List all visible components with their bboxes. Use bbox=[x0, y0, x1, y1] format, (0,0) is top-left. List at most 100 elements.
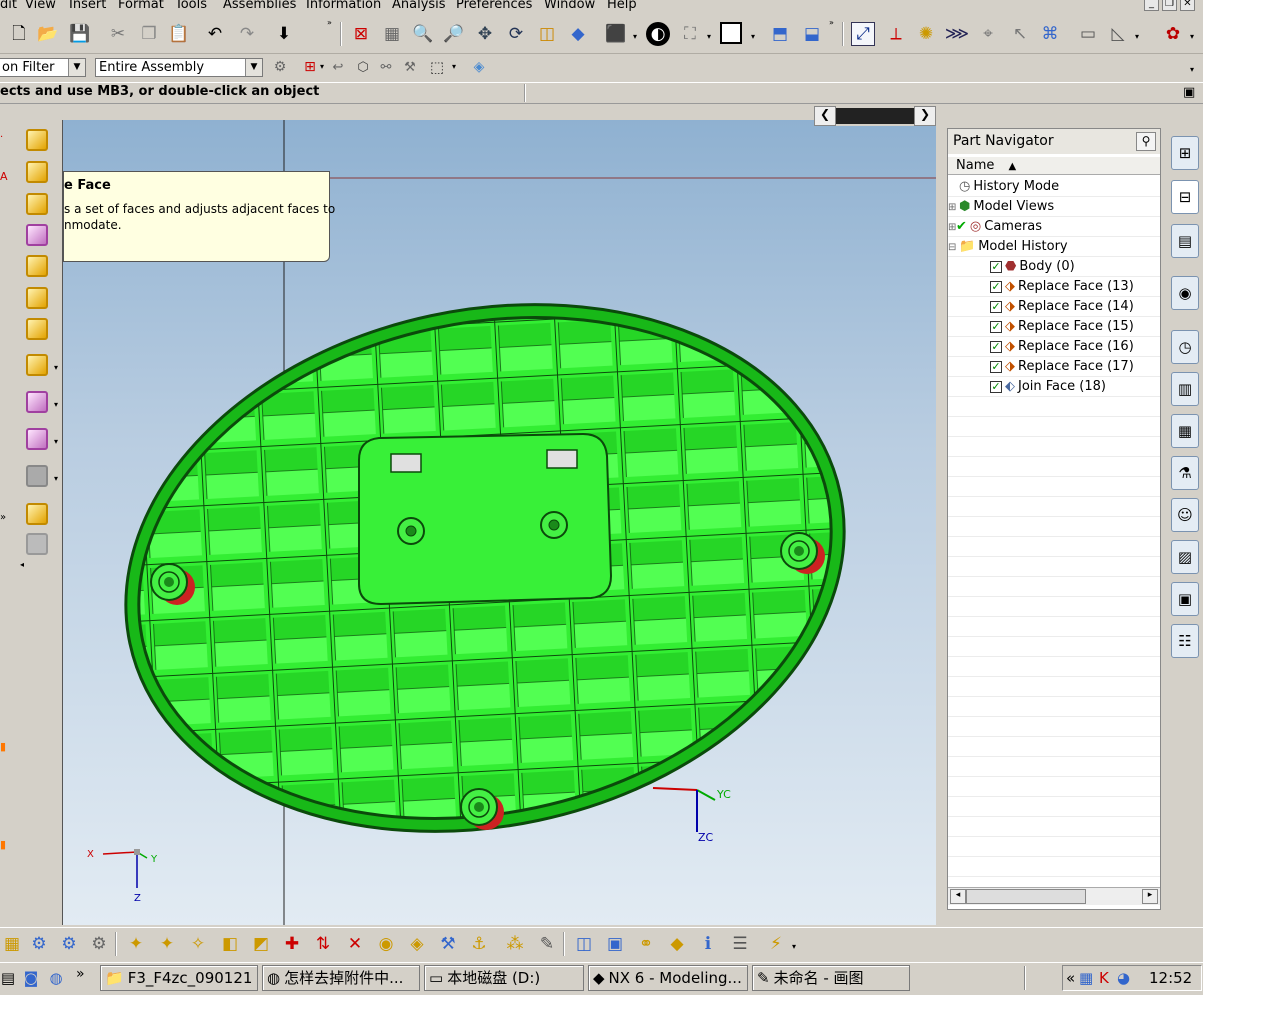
pin-icon[interactable]: ⚲ bbox=[1136, 132, 1156, 151]
revolve-icon[interactable]: ◩ bbox=[249, 932, 273, 956]
info-icon[interactable]: ℹ bbox=[696, 932, 720, 956]
dropdown-arrow-icon[interactable]: ▾ bbox=[320, 62, 324, 71]
status-expand-icon[interactable]: ▣ bbox=[1183, 85, 1195, 100]
dropdown-arrow-icon[interactable]: ▾ bbox=[54, 400, 58, 409]
replace-face-icon[interactable] bbox=[22, 221, 52, 249]
background-color-icon[interactable] bbox=[720, 22, 742, 44]
move-face-icon[interactable] bbox=[22, 126, 52, 154]
mirror-icon[interactable]: ⇅ bbox=[311, 932, 335, 956]
visibility-checkbox[interactable]: ✓ bbox=[990, 380, 1002, 393]
shaded-icon[interactable]: ◐ bbox=[646, 22, 670, 46]
cylinder-face-icon[interactable] bbox=[22, 284, 52, 312]
assembly-navigator-icon[interactable]: ⊞ bbox=[1171, 136, 1199, 170]
navigator-node[interactable]: ✓ ⬣ Body (0) bbox=[948, 257, 1160, 277]
view-cube-icon[interactable]: ⬛ bbox=[604, 22, 628, 46]
visibility-checkbox[interactable]: ✓ bbox=[990, 320, 1002, 333]
cut-icon[interactable]: ✂ bbox=[106, 22, 130, 46]
feature-icon[interactable]: ◫ bbox=[572, 932, 596, 956]
save-icon[interactable]: 💾 bbox=[68, 22, 92, 46]
menu-help[interactable]: Help bbox=[607, 0, 637, 12]
zoom-icon[interactable]: 🔍 bbox=[411, 22, 435, 46]
shell-icon[interactable] bbox=[22, 462, 52, 490]
pull-face-icon[interactable] bbox=[22, 158, 52, 186]
restore-button[interactable]: ❐ bbox=[1162, 0, 1177, 11]
pointer-icon[interactable]: ↖ bbox=[1008, 22, 1032, 46]
quick-launch-overflow-icon[interactable]: » bbox=[76, 966, 85, 982]
section-view-icon[interactable]: ⬒ bbox=[768, 22, 792, 46]
dropdown-arrow-icon[interactable]: ▾ bbox=[54, 363, 58, 372]
constrain-face-icon[interactable] bbox=[22, 425, 52, 453]
pan-icon[interactable]: ✥ bbox=[473, 22, 497, 46]
datum-point-icon[interactable]: ✧ bbox=[186, 932, 210, 956]
visibility-checkbox[interactable]: ✔ bbox=[956, 219, 967, 234]
visibility-checkbox[interactable]: ✓ bbox=[990, 340, 1002, 353]
edit-icon[interactable]: ✎ bbox=[535, 932, 559, 956]
drafting-template-icon[interactable]: ▣ bbox=[1171, 582, 1199, 616]
reuse-library-icon[interactable]: ▤ bbox=[1171, 224, 1199, 258]
pattern-icon[interactable]: ⁂ bbox=[503, 932, 527, 956]
scroll-left-icon[interactable]: ◂ bbox=[950, 889, 966, 904]
taskbar-button[interactable]: ✎ 未命名 - 画图 bbox=[752, 965, 910, 991]
dropdown-arrow-icon[interactable]: ▾ bbox=[54, 437, 58, 446]
offset-region-icon[interactable] bbox=[22, 190, 52, 218]
system-scenes-icon[interactable]: ▨ bbox=[1171, 540, 1199, 574]
start-icon[interactable]: ✿ bbox=[1161, 22, 1185, 46]
datum-plane-icon[interactable]: ✦ bbox=[124, 932, 148, 956]
dropdown-arrow-icon[interactable]: ▾ bbox=[452, 62, 456, 71]
scope-select[interactable]: Entire Assembly ▼ bbox=[95, 58, 263, 77]
process-studio-icon[interactable]: ⚗ bbox=[1171, 456, 1199, 490]
menu-assemblies[interactable]: Assemblies bbox=[223, 0, 296, 12]
antivirus-icon[interactable]: K bbox=[1099, 966, 1109, 990]
undo-icon[interactable]: ↶ bbox=[203, 22, 227, 46]
rotate-icon[interactable]: ⟳ bbox=[504, 22, 528, 46]
zoom-in-out-icon[interactable]: 🔎 bbox=[442, 22, 466, 46]
menu-view[interactable]: View bbox=[25, 0, 56, 12]
extrude-icon[interactable]: ◧ bbox=[218, 932, 242, 956]
resize-blend-icon[interactable] bbox=[22, 252, 52, 280]
toolbar-scroll-icon[interactable]: ◂ bbox=[20, 560, 24, 569]
close-button[interactable]: ✕ bbox=[1180, 0, 1195, 11]
wcs-triad[interactable]: YC ZC bbox=[652, 787, 731, 844]
show-desktop-icon[interactable]: ▤ bbox=[0, 966, 20, 990]
wcs-dynamics-icon[interactable]: ⋙ bbox=[945, 22, 969, 46]
delete-face-icon[interactable] bbox=[22, 315, 52, 343]
gear-icon[interactable]: ⚙ bbox=[87, 932, 111, 956]
name-column-header[interactable]: Name ▲ bbox=[948, 157, 1160, 175]
expression-icon[interactable]: ◆ bbox=[665, 932, 689, 956]
select-tangent-icon[interactable]: ⚒ bbox=[398, 55, 422, 79]
show-hide-icon[interactable]: ◈ bbox=[467, 55, 491, 79]
menu-analysis[interactable]: Analysis bbox=[392, 0, 446, 12]
display-icon[interactable]: ▣ bbox=[603, 932, 627, 956]
wcs-orient-icon[interactable]: ✺ bbox=[914, 22, 938, 46]
scroll-right-icon[interactable]: ▸ bbox=[1142, 889, 1158, 904]
tray-expand-icon[interactable]: « bbox=[1066, 966, 1075, 990]
navigator-node[interactable]: ✓ ⬗ Replace Face (17) bbox=[948, 357, 1160, 377]
visibility-checkbox[interactable]: ✓ bbox=[990, 360, 1002, 373]
navigator-horizontal-scrollbar[interactable]: ◂ ▸ bbox=[948, 887, 1160, 905]
graphics-window[interactable]: YC ZC X Y Z e Face s a set of faces and … bbox=[62, 120, 936, 925]
measure-angle-icon[interactable]: ◺ bbox=[1106, 22, 1130, 46]
dropdown-arrow-icon[interactable]: ▾ bbox=[1135, 32, 1139, 41]
collapse-icon[interactable]: ⊟ bbox=[948, 242, 956, 253]
navigator-node[interactable]: ✓ ⬗ Replace Face (15) bbox=[948, 317, 1160, 337]
visibility-checkbox[interactable]: ✓ bbox=[990, 280, 1002, 293]
measure-distance-icon[interactable]: ▭ bbox=[1076, 22, 1100, 46]
navigator-node[interactable]: ⊞ ⬢ Model Views bbox=[948, 197, 1160, 217]
dropdown-arrow-icon[interactable]: ▾ bbox=[707, 32, 711, 41]
minimize-button[interactable]: _ bbox=[1144, 0, 1159, 11]
fit-icon[interactable]: ⊠ bbox=[349, 22, 373, 46]
quick-launch-icon[interactable]: ◙ bbox=[19, 966, 43, 990]
snap-icon[interactable]: ⌘ bbox=[1038, 22, 1062, 46]
dropdown-arrow-icon[interactable]: ▾ bbox=[633, 32, 637, 41]
menu-insert[interactable]: Insert bbox=[69, 0, 106, 12]
chevron-down-icon[interactable]: ▼ bbox=[245, 59, 262, 76]
simplify-icon[interactable] bbox=[22, 530, 52, 558]
redo-icon[interactable]: ↷ bbox=[235, 22, 259, 46]
more-tools-icon[interactable]: ⚡ bbox=[764, 932, 788, 956]
render-style-icon[interactable]: ⛶ bbox=[678, 22, 702, 46]
color-icon[interactable]: ▮ bbox=[0, 838, 6, 851]
chamfer-icon[interactable]: ◈ bbox=[405, 932, 429, 956]
thread-icon[interactable]: ⚒ bbox=[436, 932, 460, 956]
visibility-checkbox[interactable]: ✓ bbox=[990, 300, 1002, 313]
sketch-icon[interactable]: ▦ bbox=[0, 932, 24, 956]
